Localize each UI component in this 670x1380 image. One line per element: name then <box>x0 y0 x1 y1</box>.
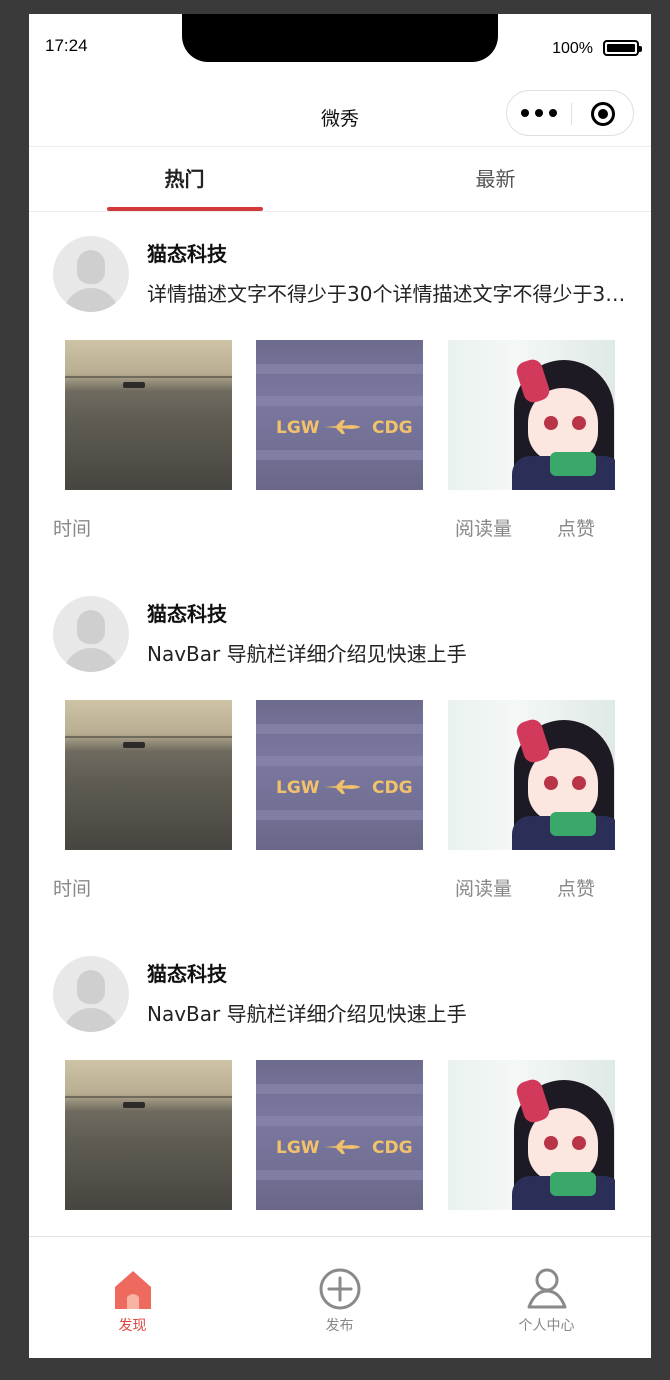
sea-photo[interactable] <box>65 1060 232 1210</box>
flight-photo[interactable]: LGW CDG <box>256 1060 423 1210</box>
post-author: 猫态科技 <box>147 962 227 986</box>
anime-photo[interactable] <box>448 700 615 850</box>
battery-percent: 100% <box>552 40 593 57</box>
more-icon[interactable] <box>521 105 565 121</box>
close-target-icon[interactable] <box>591 102 615 126</box>
flight-to-label: CDG <box>372 418 413 438</box>
tabbar-item-profile[interactable]: 个人中心 <box>443 1237 650 1358</box>
person-icon <box>527 1268 567 1309</box>
tab-active-indicator <box>107 207 263 211</box>
avatar[interactable] <box>53 956 129 1032</box>
flight-photo[interactable]: LGW CDG <box>256 340 423 490</box>
avatar[interactable] <box>53 596 129 672</box>
tabbar-label: 发现 <box>118 1318 147 1334</box>
status-time: 17:24 <box>45 36 88 55</box>
flight-photo[interactable]: LGW CDG <box>256 700 423 850</box>
post-description: NavBar 导航栏详细介绍见快速上手 <box>147 1002 467 1026</box>
sea-photo[interactable] <box>65 340 232 490</box>
post-images: LGW CDG <box>65 700 615 850</box>
mini-program-capsule <box>506 90 634 136</box>
airplane-icon <box>324 1140 360 1154</box>
tabbar-label: 发布 <box>325 1318 354 1334</box>
tabbar-item-publish[interactable]: 发布 <box>236 1237 443 1358</box>
post-images: LGW CDG <box>65 340 615 490</box>
post-card[interactable]: 猫态科技 详情描述文字不得少于30个详情描述文字不得少于30个 LGW CDG … <box>29 212 651 564</box>
tab-bar-top: 热门 最新 <box>29 146 651 212</box>
tabbar-item-discover[interactable]: 发现 <box>29 1237 236 1358</box>
flight-from-label: LGW <box>276 418 320 438</box>
flight-from-label: LGW <box>276 778 320 798</box>
anime-photo[interactable] <box>448 340 615 490</box>
post-time: 时间 <box>53 878 92 900</box>
sea-photo[interactable] <box>65 700 232 850</box>
post-likes[interactable]: 点赞 <box>557 874 595 901</box>
phone-screen: 17:24 100% 微秀 热门 最新 猫态科技 详情描述文字不得少于30个详情… <box>29 14 651 1358</box>
post-author: 猫态科技 <box>147 602 227 626</box>
flight-from-label: LGW <box>276 1138 320 1158</box>
avatar[interactable] <box>53 236 129 312</box>
post-description: NavBar 导航栏详细介绍见快速上手 <box>147 642 467 666</box>
airplane-icon <box>324 780 360 794</box>
anime-photo[interactable] <box>448 1060 615 1210</box>
tab-hot[interactable]: 热门 <box>29 147 340 211</box>
post-reads: 阅读量 <box>455 878 513 900</box>
status-bar: 17:24 100% <box>29 14 651 90</box>
post-card[interactable]: 猫态科技 NavBar 导航栏详细介绍见快速上手 LGW CDG 时间 阅读量 … <box>29 572 651 924</box>
airplane-icon <box>324 420 360 434</box>
nav-bar: 微秀 <box>29 90 651 146</box>
tabbar-label: 个人中心 <box>518 1318 575 1334</box>
flight-to-label: CDG <box>372 778 413 798</box>
tab-latest[interactable]: 最新 <box>340 147 651 211</box>
post-likes[interactable]: 点赞 <box>557 514 595 541</box>
post-feed: 猫态科技 详情描述文字不得少于30个详情描述文字不得少于30个 LGW CDG … <box>29 212 651 1284</box>
flight-to-label: CDG <box>372 1138 413 1158</box>
plus-circle-icon <box>319 1268 361 1310</box>
post-author: 猫态科技 <box>147 242 227 266</box>
battery-icon <box>603 40 642 56</box>
notch <box>182 14 498 62</box>
home-icon <box>115 1271 151 1309</box>
post-card[interactable]: 猫态科技 NavBar 导航栏详细介绍见快速上手 LGW CDG <box>29 932 651 1284</box>
post-reads: 阅读量 <box>455 518 513 540</box>
bottom-tab-bar: 发现 发布 个人中心 <box>29 1236 651 1358</box>
post-time: 时间 <box>53 518 92 540</box>
post-description: 详情描述文字不得少于30个详情描述文字不得少于30个 <box>147 282 627 306</box>
post-images: LGW CDG <box>65 1060 615 1210</box>
